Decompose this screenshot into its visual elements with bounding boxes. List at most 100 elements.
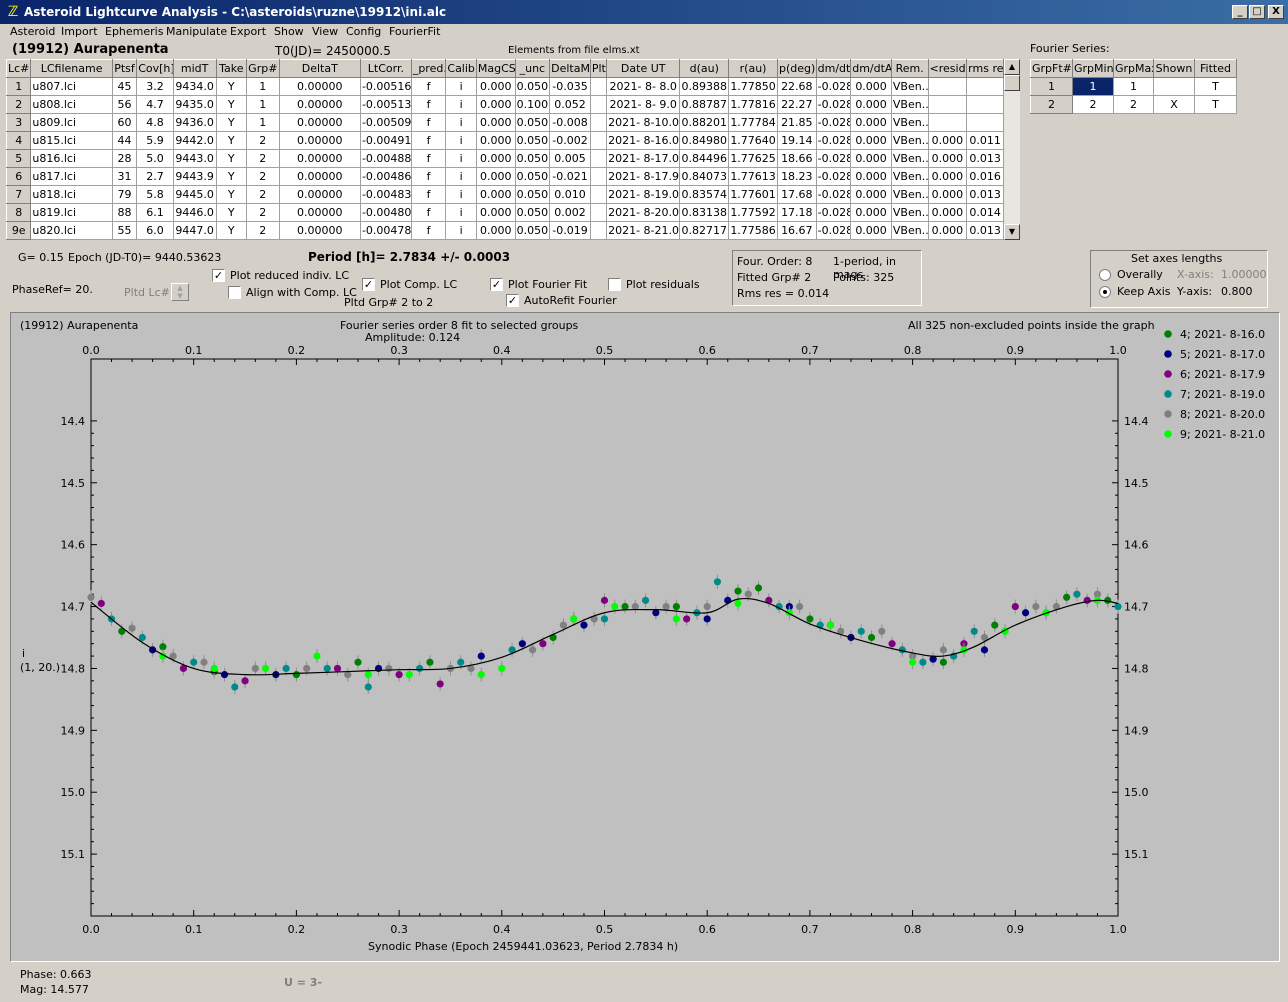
x-tick-label-top: 0.4 bbox=[493, 344, 511, 357]
data-point bbox=[303, 664, 311, 673]
data-point bbox=[457, 658, 465, 666]
legend-label: 5; 2021- 8-17.0 bbox=[1180, 348, 1265, 361]
data-point bbox=[231, 683, 239, 691]
data-point bbox=[703, 615, 711, 623]
x-tick-label-top: 0.3 bbox=[390, 344, 408, 357]
data-point bbox=[621, 602, 629, 611]
data-point bbox=[1063, 593, 1071, 601]
x-tick-label: 0.5 bbox=[596, 923, 614, 936]
data-point bbox=[703, 602, 711, 611]
data-point bbox=[1021, 609, 1030, 617]
data-point bbox=[1083, 596, 1091, 604]
data-point bbox=[734, 587, 742, 595]
data-point bbox=[1011, 602, 1019, 611]
data-point bbox=[980, 646, 989, 654]
data-point bbox=[611, 602, 619, 611]
data-point bbox=[385, 664, 393, 673]
x-tick-label: 0.8 bbox=[904, 923, 922, 936]
cursor-phase: Phase: 0.663 bbox=[20, 968, 92, 981]
y-tick-label-right: 14.5 bbox=[1124, 477, 1149, 490]
data-point bbox=[138, 633, 146, 642]
data-point bbox=[200, 658, 208, 666]
data-point bbox=[570, 615, 578, 623]
legend-label: 6; 2021- 8-17.9 bbox=[1180, 368, 1265, 381]
x-tick-label: 0.3 bbox=[390, 923, 408, 936]
data-point bbox=[857, 627, 865, 635]
x-tick-label: 0.4 bbox=[493, 923, 511, 936]
data-point bbox=[364, 683, 372, 691]
data-point bbox=[641, 596, 650, 604]
data-point bbox=[282, 664, 290, 673]
data-point bbox=[405, 671, 413, 679]
x-tick-label: 0.9 bbox=[1007, 923, 1025, 936]
y-tick-label-right: 14.7 bbox=[1124, 601, 1149, 614]
legend-label: 7; 2021- 8-19.0 bbox=[1180, 388, 1265, 401]
data-point bbox=[826, 621, 835, 629]
legend-marker bbox=[1164, 430, 1172, 438]
x-tick-label: 0.7 bbox=[801, 923, 819, 936]
data-point bbox=[991, 621, 999, 629]
data-point bbox=[683, 615, 691, 623]
data-point bbox=[1032, 602, 1040, 611]
y-tick-label-right: 14.8 bbox=[1124, 662, 1149, 675]
data-point bbox=[939, 646, 948, 654]
legend-marker bbox=[1164, 330, 1172, 338]
data-point bbox=[323, 664, 331, 673]
data-point bbox=[251, 664, 259, 673]
legend-marker bbox=[1164, 410, 1172, 418]
u-rating: U = 3- bbox=[284, 976, 323, 989]
data-point bbox=[754, 584, 763, 592]
y-tick-label-right: 15.1 bbox=[1124, 848, 1149, 861]
data-point bbox=[600, 615, 609, 623]
data-point bbox=[734, 599, 742, 608]
x-tick-label-top: 0.7 bbox=[801, 344, 819, 357]
data-point bbox=[559, 621, 568, 629]
y-tick-label-right: 14.6 bbox=[1124, 539, 1149, 552]
x-tick-label-top: 0.9 bbox=[1007, 344, 1025, 357]
data-point bbox=[744, 590, 752, 598]
data-point bbox=[600, 596, 609, 604]
data-point bbox=[672, 615, 680, 623]
x-tick-label-top: 0.6 bbox=[698, 344, 716, 357]
data-point bbox=[395, 671, 403, 679]
data-point bbox=[662, 602, 670, 611]
y-tick-label: 15.0 bbox=[61, 786, 86, 799]
x-tick-label-top: 0.5 bbox=[596, 344, 614, 357]
legend-label: 9; 2021- 8-21.0 bbox=[1180, 428, 1265, 441]
data-point bbox=[97, 599, 105, 608]
y-tick-label: 14.8 bbox=[61, 662, 86, 675]
data-point bbox=[539, 640, 547, 648]
legend-label: 8; 2021- 8-20.0 bbox=[1180, 408, 1265, 421]
data-point bbox=[477, 652, 485, 660]
data-point bbox=[261, 664, 270, 673]
y-tick-label: 14.6 bbox=[61, 539, 86, 552]
legend-label: 4; 2021- 8-16.0 bbox=[1180, 328, 1265, 341]
x-tick-label-top: 0.0 bbox=[82, 344, 100, 357]
x-tick-label-top: 0.8 bbox=[904, 344, 922, 357]
data-point bbox=[87, 593, 95, 601]
y-tick-label: 14.5 bbox=[61, 477, 86, 490]
data-point bbox=[909, 658, 917, 666]
x-tick-label-top: 0.1 bbox=[185, 344, 203, 357]
data-point bbox=[970, 627, 978, 635]
y-tick-label-right: 14.9 bbox=[1124, 724, 1149, 737]
data-point bbox=[580, 621, 588, 629]
data-point bbox=[190, 658, 198, 666]
data-point bbox=[333, 664, 342, 673]
data-point bbox=[919, 658, 927, 666]
data-point bbox=[436, 680, 444, 688]
x-tick-label: 0.6 bbox=[698, 923, 716, 936]
data-point bbox=[878, 627, 886, 635]
lightcurve-chart: 0.0 0.0 0.1 0.1 0.2 0.2 0.3 0.3 0.4 0.4 0.5 0.5 0.6 0… bbox=[61, 328, 1266, 936]
y-tick-label-right: 15.0 bbox=[1124, 786, 1149, 799]
data-point bbox=[477, 671, 485, 679]
data-point bbox=[867, 633, 876, 642]
data-point bbox=[1114, 602, 1122, 611]
data-point bbox=[806, 615, 814, 623]
data-point bbox=[939, 658, 948, 666]
data-point bbox=[354, 658, 362, 666]
x-tick-label: 0.0 bbox=[82, 923, 100, 936]
data-point bbox=[713, 578, 722, 586]
data-point bbox=[888, 640, 896, 648]
legend-marker bbox=[1164, 390, 1172, 398]
